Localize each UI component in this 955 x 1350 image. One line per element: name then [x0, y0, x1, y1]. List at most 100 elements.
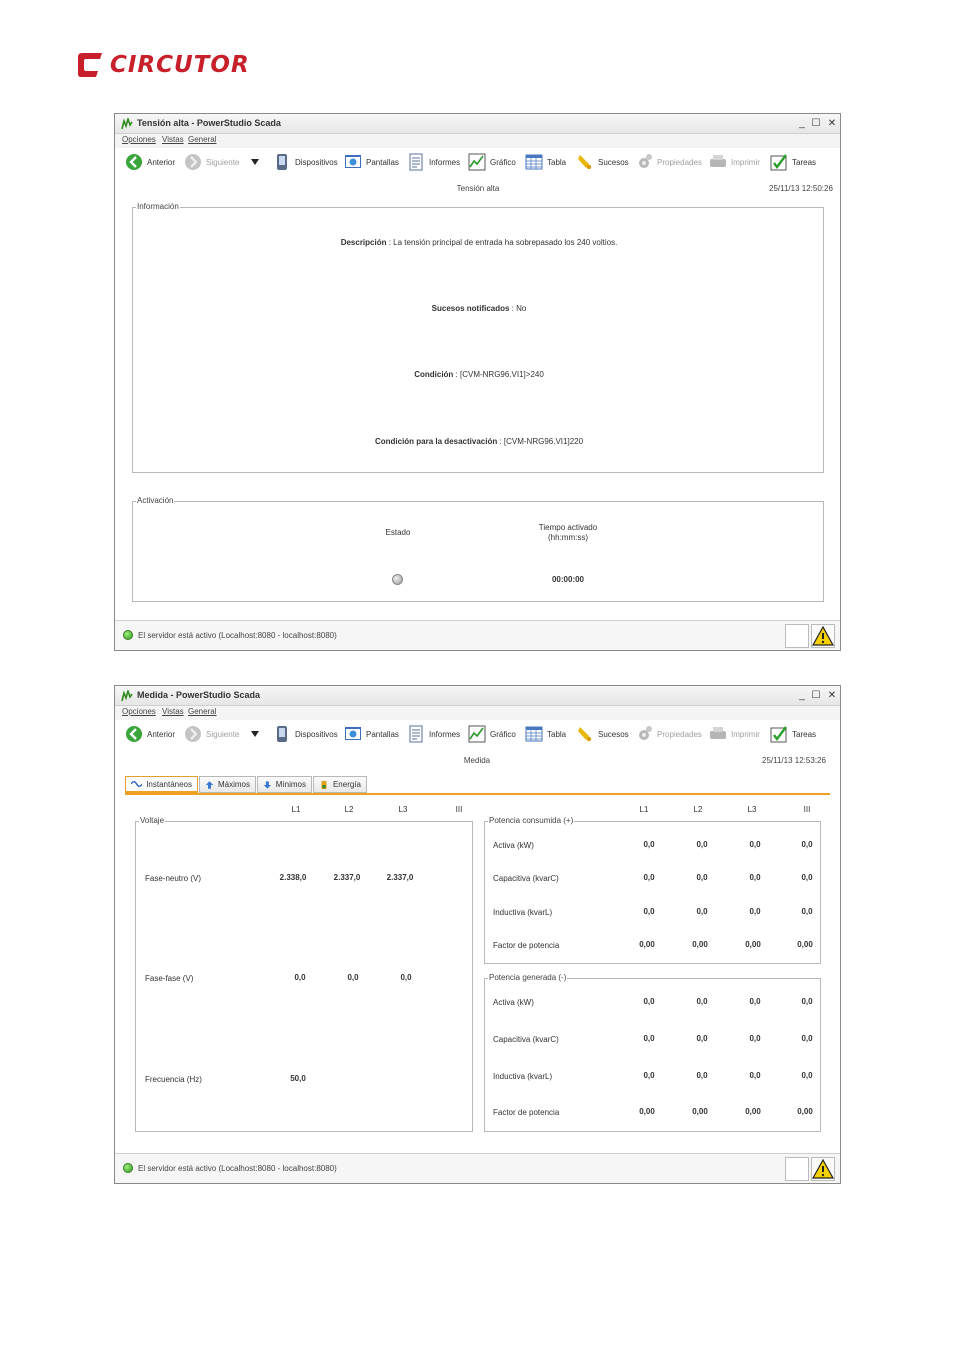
pg-inductiva-l3: 0,0: [749, 1071, 761, 1080]
anterior-button[interactable]: Anterior: [125, 724, 175, 744]
back-arrow-icon: [126, 726, 142, 742]
forward-arrow-icon: [185, 726, 201, 742]
siguiente-label: Siguiente: [206, 157, 240, 167]
tareas-button[interactable]: Tareas: [770, 152, 816, 172]
informes-label: Informes: [429, 729, 461, 739]
imprimir-button[interactable]: Imprimir: [709, 152, 760, 172]
tiempo-label: Tiempo activado: [538, 523, 598, 532]
fase-neutro-label: Fase-neutro (V): [145, 874, 202, 883]
maximize-button[interactable]: ☐: [809, 116, 823, 131]
pc-factor-l2: 0,00: [692, 940, 708, 949]
activacion-group: Activación Estado Tiempo activado (hh:mm…: [132, 496, 824, 602]
history-dropdown[interactable]: [251, 152, 259, 172]
frecuencia-label: Frecuencia (Hz): [145, 1075, 202, 1084]
down-arrow-icon: [263, 780, 272, 789]
pantallas-button[interactable]: Pantallas: [344, 724, 399, 744]
sucesos-button[interactable]: Sucesos: [576, 724, 629, 744]
tabla-button[interactable]: Tabla: [525, 152, 566, 172]
pg-factor-label: Factor de potencia: [493, 1108, 560, 1117]
pg-activa-label: Activa (kW): [493, 998, 534, 1007]
status-bar: El servidor está activo (Localhost:8080 …: [115, 1153, 840, 1183]
tab-instantaneos[interactable]: Instantáneos: [125, 776, 198, 793]
minimize-button[interactable]: _: [795, 688, 809, 703]
minimize-button[interactable]: _: [795, 116, 809, 131]
tiempo-value: 00:00:00: [551, 575, 585, 584]
menu-vistas[interactable]: Vistas: [162, 135, 184, 144]
bell-icon: [578, 727, 592, 742]
grafico-button[interactable]: Gráfico: [468, 152, 516, 172]
bell-icon: [578, 155, 592, 170]
dispositivos-label: Dispositivos: [295, 729, 338, 739]
pc-factor-l3: 0,00: [745, 940, 761, 949]
sucesos-button[interactable]: Sucesos: [576, 152, 629, 172]
history-dropdown[interactable]: [251, 724, 259, 744]
menu-general[interactable]: General: [188, 707, 216, 716]
propiedades-label: Propiedades: [657, 157, 702, 167]
pc-inductiva-label: Inductiva (kvarL): [493, 908, 553, 917]
server-status-led-icon: [123, 1163, 133, 1173]
graph-icon: [468, 153, 486, 171]
propiedades-label: Propiedades: [657, 729, 702, 739]
activacion-label: Activación: [136, 496, 175, 505]
status-box: [785, 624, 809, 648]
informes-button[interactable]: Informes: [407, 724, 460, 744]
maximize-button[interactable]: ☐: [809, 688, 823, 703]
pc-inductiva-l2: 0,0: [696, 907, 708, 916]
tabla-button[interactable]: Tabla: [525, 724, 566, 744]
dispositivos-button[interactable]: Dispositivos: [273, 152, 338, 172]
siguiente-button[interactable]: Siguiente: [184, 152, 239, 172]
pc-inductiva-l3: 0,0: [749, 907, 761, 916]
tabla-label: Tabla: [547, 157, 567, 167]
pc-factor-iii: 0,00: [797, 940, 813, 949]
pg-factor-iii: 0,00: [797, 1107, 813, 1116]
menu-opciones[interactable]: Opciones: [122, 707, 156, 716]
col-iii: III: [803, 805, 811, 814]
propiedades-button[interactable]: Propiedades: [635, 152, 702, 172]
warning-button[interactable]: [811, 1157, 835, 1181]
desactivacion-row: Condición para la desactivación : [CVM-N…: [375, 437, 583, 446]
siguiente-button[interactable]: Siguiente: [184, 724, 239, 744]
frecuencia-l1: 50,0: [290, 1074, 306, 1083]
anterior-button[interactable]: Anterior: [125, 152, 175, 172]
tab-maximos[interactable]: Máximos: [199, 776, 256, 793]
alarm-window: Tensión alta - PowerStudio Scada _ ☐ ✕ O…: [114, 113, 841, 651]
close-button[interactable]: ✕: [825, 116, 839, 131]
close-button[interactable]: ✕: [825, 688, 839, 703]
tab-label: Máximos: [217, 780, 250, 789]
pantallas-label: Pantallas: [366, 157, 399, 167]
pg-activa-l1: 0,0: [643, 997, 655, 1006]
graph-icon: [468, 725, 486, 743]
chevron-down-icon: [251, 159, 259, 165]
pantallas-button[interactable]: Pantallas: [344, 152, 399, 172]
pg-factor-l1: 0,00: [639, 1107, 655, 1116]
tiempo-unit-label: (hh:mm:ss): [548, 533, 588, 542]
menu-opciones[interactable]: Opciones: [122, 135, 156, 144]
chevron-down-icon: [251, 731, 259, 737]
imprimir-label: Imprimir: [731, 157, 760, 167]
sucesos-notificados-value: : No: [509, 304, 527, 313]
menu-general[interactable]: General: [188, 135, 216, 144]
dispositivos-button[interactable]: Dispositivos: [273, 724, 338, 744]
menu-vistas[interactable]: Vistas: [162, 707, 184, 716]
informes-button[interactable]: Informes: [407, 152, 460, 172]
tab-energia[interactable]: Energía: [313, 776, 367, 793]
pc-activa-l1: 0,0: [643, 840, 655, 849]
warning-button[interactable]: [811, 624, 835, 648]
imprimir-button[interactable]: Imprimir: [709, 724, 760, 744]
datetime: 25/11/13 12:50:26: [769, 184, 833, 193]
tareas-button[interactable]: Tareas: [770, 724, 816, 744]
app-icon: [121, 690, 133, 702]
pg-activa-l2: 0,0: [696, 997, 708, 1006]
potencia-consumida-group: Potencia consumida (+) Activa (kW) 0,0 0…: [484, 816, 821, 964]
condicion-value: : [CVM-NRG96.VI1]>240: [453, 370, 544, 379]
col-l2: L2: [693, 805, 703, 814]
status-bar: El servidor está activo (Localhost:8080 …: [115, 620, 840, 650]
fase-neutro-l1: 2.338,0: [279, 873, 307, 882]
screens-icon: [345, 155, 361, 168]
potencia-consumida-label: Potencia consumida (+): [488, 816, 575, 825]
tab-minimos[interactable]: Mínimos: [257, 776, 312, 793]
propiedades-button[interactable]: Propiedades: [635, 724, 702, 744]
informacion-group: Información Descripción : La tensión pri…: [132, 202, 824, 473]
back-arrow-icon: [126, 154, 142, 170]
grafico-button[interactable]: Gráfico: [468, 724, 516, 744]
